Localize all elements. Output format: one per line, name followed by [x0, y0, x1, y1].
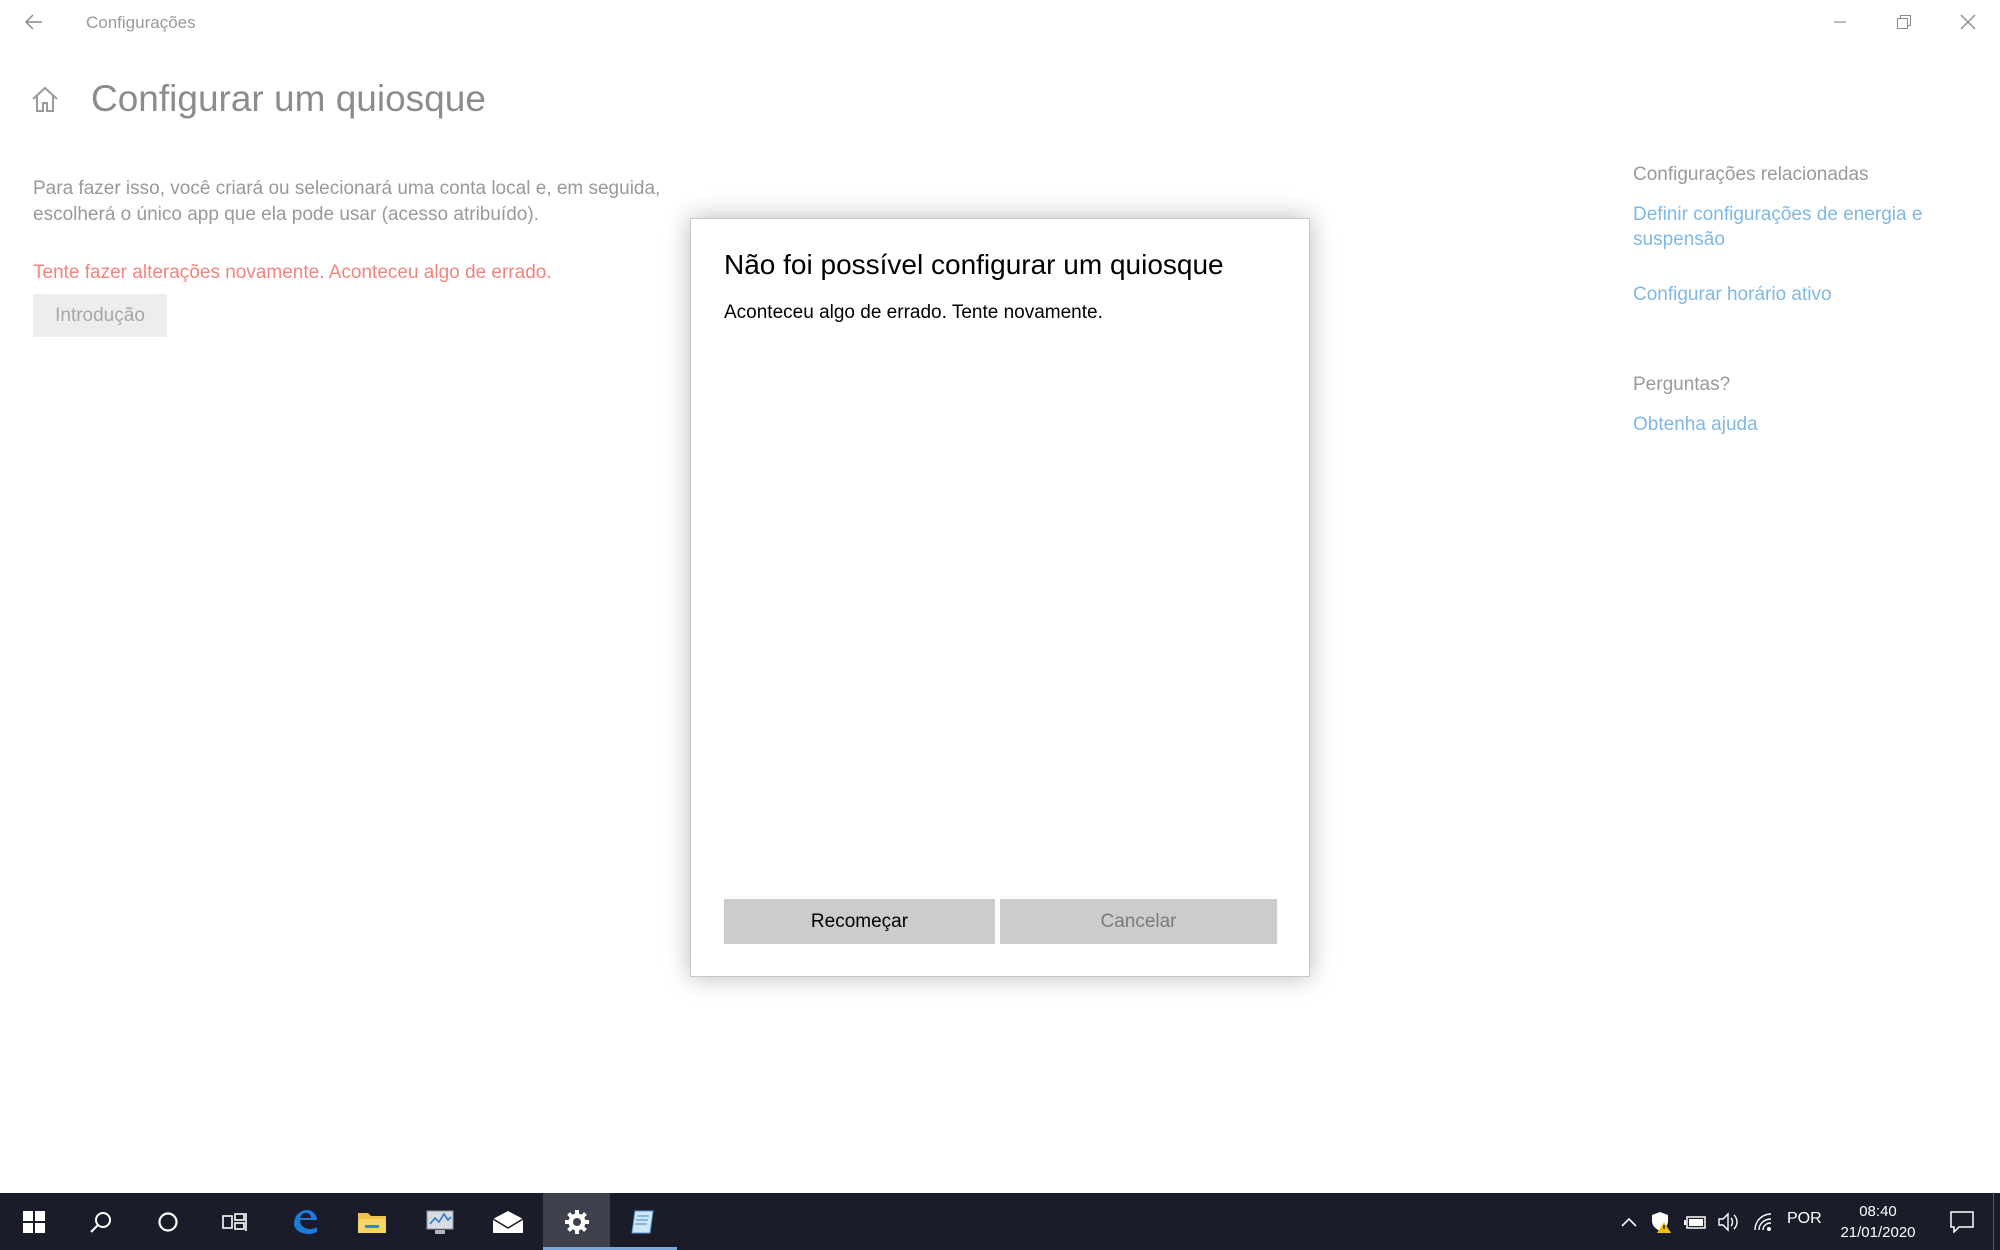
- wifi-icon: [1754, 1212, 1772, 1231]
- action-center-button[interactable]: [1937, 1193, 1987, 1250]
- start-icon: [22, 1210, 45, 1233]
- cortana-icon: [157, 1211, 178, 1232]
- task-view-button[interactable]: [201, 1193, 268, 1250]
- taskbar: POR 08:40 21/01/2020: [0, 1193, 2000, 1250]
- back-button[interactable]: [16, 6, 52, 38]
- restore-button[interactable]: [1872, 0, 1936, 44]
- active-hours-link[interactable]: Configurar horário ativo: [1633, 282, 1832, 307]
- dialog-title: Não foi possível configurar um quiosque: [724, 249, 1224, 280]
- battery-icon: [1684, 1215, 1706, 1229]
- restore-icon: [1897, 15, 1911, 29]
- close-icon: [1960, 14, 1976, 30]
- close-button[interactable]: [1936, 0, 2000, 44]
- restart-button[interactable]: Recomeçar: [724, 899, 995, 944]
- performance-monitor-icon: [426, 1210, 453, 1234]
- volume-tray-button[interactable]: [1715, 1193, 1743, 1250]
- edge-icon: [293, 1209, 317, 1234]
- page-description: Para fazer isso, você criará ou selecion…: [33, 178, 661, 225]
- clock-date: 21/01/2020: [1840, 1223, 1916, 1241]
- chevron-up-icon: [1621, 1217, 1637, 1227]
- questions-heading: Perguntas?: [1633, 374, 1731, 395]
- home-icon[interactable]: [30, 84, 64, 118]
- get-help-link[interactable]: Obtenha ajuda: [1633, 412, 1758, 437]
- power-sleep-link[interactable]: Definir configurações de energia e suspe…: [1633, 202, 1953, 252]
- page-title: Configurar um quiosque: [91, 78, 486, 119]
- clock[interactable]: 08:40 21/01/2020: [1828, 1193, 1928, 1250]
- mail-button[interactable]: [474, 1193, 541, 1250]
- cancel-button[interactable]: Cancelar: [1000, 899, 1277, 944]
- window-title: Configurações: [86, 13, 196, 32]
- notification-icon: [1950, 1210, 1974, 1233]
- mail-icon: [492, 1210, 523, 1233]
- speaker-icon: [1718, 1211, 1738, 1232]
- input-language[interactable]: POR: [1787, 1210, 1822, 1228]
- search-button[interactable]: [67, 1193, 134, 1250]
- settings-button[interactable]: [543, 1193, 610, 1250]
- file-explorer-button[interactable]: [338, 1193, 405, 1250]
- shield-warning-icon: [1652, 1211, 1671, 1233]
- minimize-icon: [1834, 21, 1846, 23]
- title-bar: Configurações: [0, 0, 2000, 44]
- error-dialog: Não foi possível configurar um quiosque …: [690, 218, 1310, 977]
- notepad-button[interactable]: [610, 1193, 677, 1250]
- search-icon: [89, 1211, 111, 1233]
- file-explorer-icon: [357, 1212, 386, 1233]
- notepad-icon: [630, 1210, 654, 1233]
- dialog-message: Aconteceu algo de errado. Tente novament…: [724, 302, 1103, 323]
- performance-monitor-button[interactable]: [406, 1193, 473, 1250]
- minimize-button[interactable]: [1808, 0, 1872, 44]
- show-desktop-button[interactable]: [1993, 1193, 1994, 1250]
- related-settings-heading: Configurações relacionadas: [1633, 164, 1869, 185]
- back-arrow-icon: [25, 14, 42, 30]
- error-message: Tente fazer alterações novamente. Aconte…: [33, 262, 552, 283]
- edge-button[interactable]: [271, 1193, 338, 1250]
- intro-button[interactable]: Introdução: [33, 294, 167, 337]
- security-tray-button[interactable]: [1648, 1193, 1676, 1250]
- network-tray-button[interactable]: [1750, 1193, 1778, 1250]
- settings-icon: [564, 1209, 589, 1234]
- start-button[interactable]: [0, 1193, 67, 1250]
- show-hidden-icons-button[interactable]: [1616, 1193, 1642, 1250]
- battery-tray-button[interactable]: [1682, 1193, 1710, 1250]
- task-view-icon: [221, 1212, 247, 1231]
- clock-time: 08:40: [1859, 1202, 1897, 1220]
- cortana-button[interactable]: [134, 1193, 201, 1250]
